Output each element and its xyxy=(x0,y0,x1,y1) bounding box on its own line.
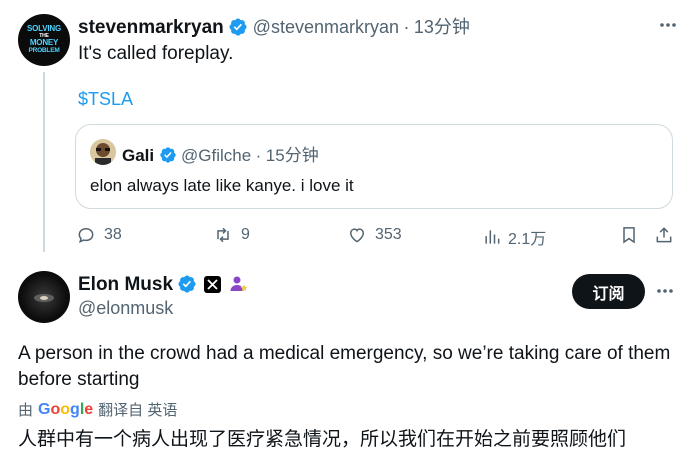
cashtag-link[interactable]: $TSLA xyxy=(78,89,133,110)
translated-text: 人群中有一个病人出现了医疗紧急情况，所以我们在开始之前要照顾他们 xyxy=(18,429,627,450)
timestamp[interactable]: 13分钟 xyxy=(414,17,470,37)
verified-icon xyxy=(159,147,176,163)
more-icon[interactable] xyxy=(655,281,675,306)
share-button[interactable] xyxy=(654,225,674,245)
google-logo-icon: Google xyxy=(38,400,94,418)
more-icon[interactable] xyxy=(658,15,678,40)
like-count: 353 xyxy=(375,226,402,243)
retweet-icon xyxy=(217,227,229,243)
reply-count: 38 xyxy=(104,226,122,243)
retweet-button[interactable]: 9 xyxy=(213,225,250,245)
share-icon xyxy=(656,227,672,243)
translation-attribution: 由 Google 翻译自 英语 xyxy=(18,399,177,420)
reply-icon xyxy=(78,227,94,244)
avatar-text: PROBLEM xyxy=(28,47,60,54)
subscribe-button[interactable]: 订阅 xyxy=(572,274,645,309)
tweet-text: It's called foreplay. xyxy=(78,43,234,64)
quote-timestamp[interactable]: 15分钟 xyxy=(266,146,319,165)
reply-button[interactable]: 38 xyxy=(76,225,122,245)
separator: · xyxy=(403,17,410,37)
tweet2-text: A person in the crowd had a medical emer… xyxy=(18,343,671,390)
avatar-stevenmarkryan[interactable]: SOLVING THE MONEY PROBLEM xyxy=(18,14,70,66)
quote-name[interactable]: Gali xyxy=(122,146,154,165)
display-name[interactable]: Elon Musk xyxy=(78,274,173,295)
avatar-elonmusk[interactable] xyxy=(18,271,70,323)
quote-tweet-card[interactable]: Gali @Gfilche · 15分钟 elon always late li… xyxy=(75,124,673,209)
handle[interactable]: @stevenmarkryan xyxy=(253,17,399,37)
verified-icon xyxy=(229,18,247,36)
verified-icon xyxy=(178,275,197,293)
quote-header: Gali @Gfilche · 15分钟 xyxy=(122,141,319,166)
quote-handle[interactable]: @Gfilche xyxy=(181,146,251,165)
tweet-header: stevenmarkryan @stevenmarkryan · 13分钟 xyxy=(78,13,470,39)
avatar-gali[interactable] xyxy=(90,139,116,165)
tweet2-header: Elon Musk xyxy=(78,274,249,296)
avatar-text: SOLVING xyxy=(26,24,61,33)
translate-label[interactable]: 翻译自 英语 xyxy=(98,399,177,420)
username[interactable]: stevenmarkryan xyxy=(78,17,224,38)
thread-line xyxy=(43,72,45,252)
handle[interactable]: @elonmusk xyxy=(78,298,173,319)
bookmark-button[interactable] xyxy=(619,225,639,245)
views-count: 2.1万 xyxy=(508,231,547,248)
views-button[interactable]: 2.1万 xyxy=(482,225,546,249)
retweet-count: 9 xyxy=(241,226,250,243)
like-icon xyxy=(349,228,365,243)
x-logo-icon[interactable] xyxy=(203,276,221,293)
translate-by: 由 xyxy=(18,402,34,419)
separator: · xyxy=(255,146,262,165)
affiliate-icon[interactable] xyxy=(229,274,249,294)
like-button[interactable]: 353 xyxy=(347,225,402,245)
bookmark-icon xyxy=(623,227,635,244)
avatar-text: MONEY xyxy=(29,38,59,47)
quote-text: elon always late like kanye. i love it xyxy=(90,176,354,195)
views-icon xyxy=(485,230,500,244)
